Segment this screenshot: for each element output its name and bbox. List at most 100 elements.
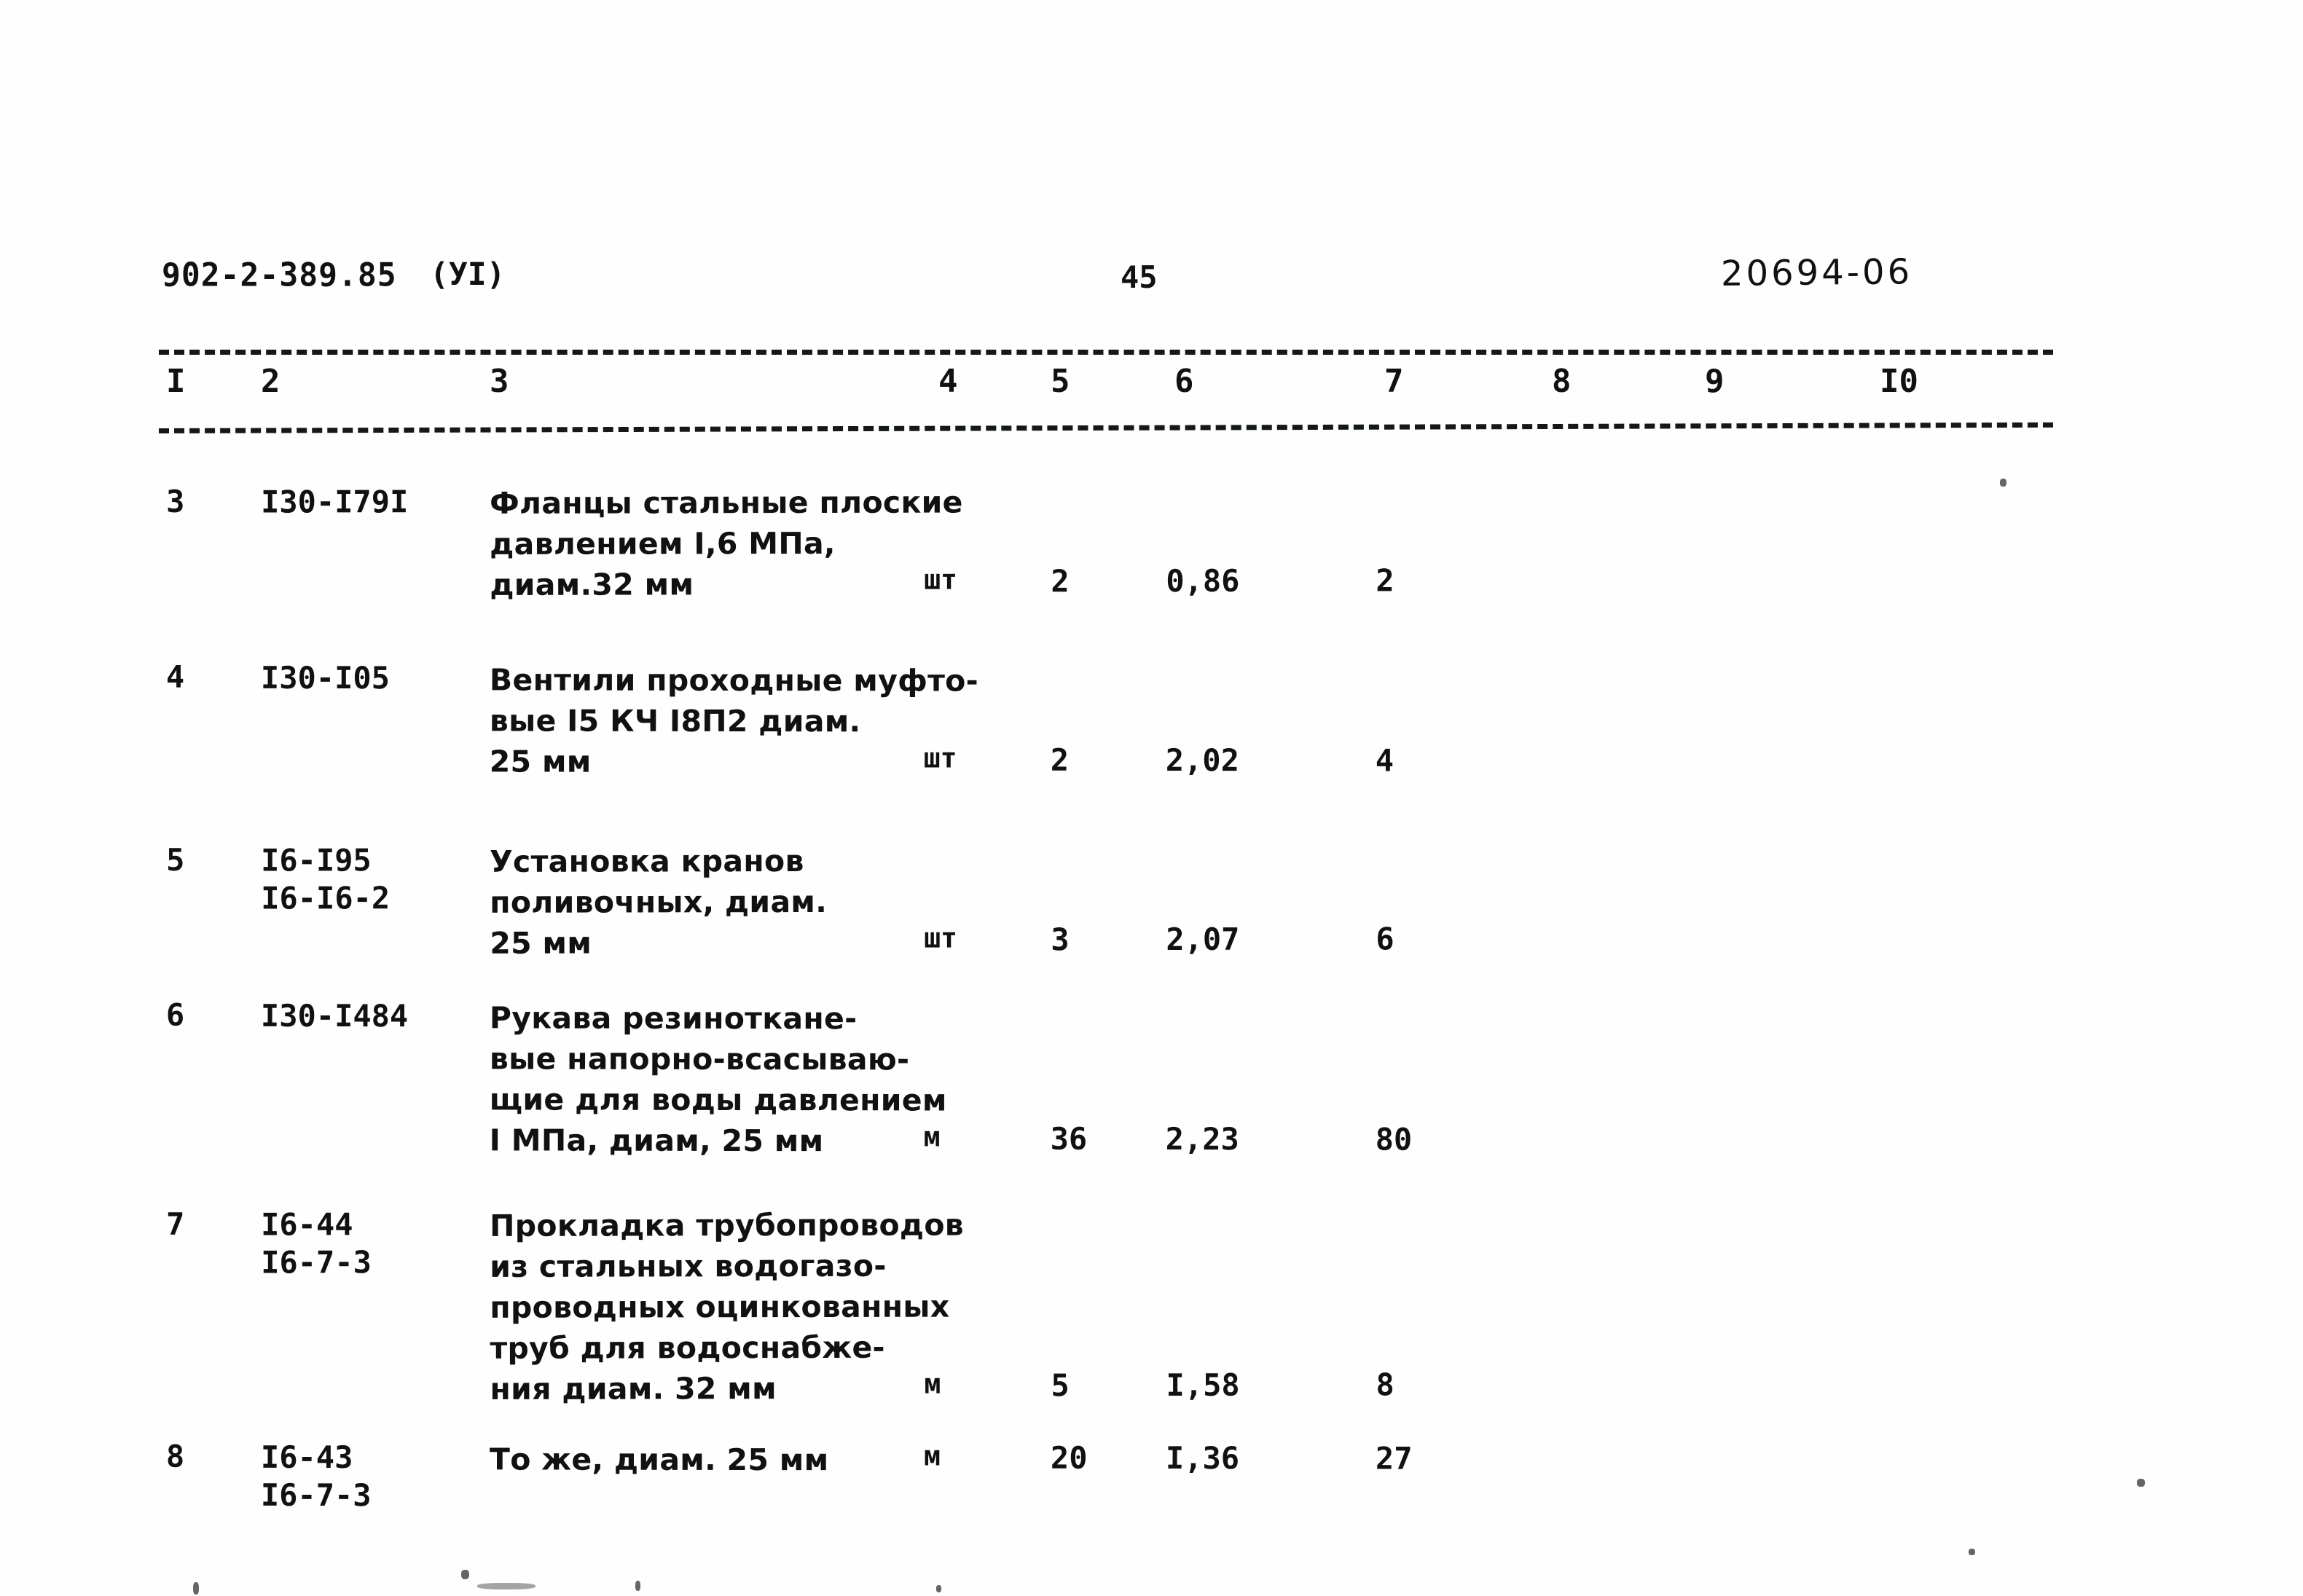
row-description: Установка кранов поливочных, диам. 25 мм — [490, 841, 827, 964]
row-total: 4 — [1375, 742, 1394, 779]
table-rule-bottom — [158, 422, 2053, 433]
row-total: 6 — [1376, 921, 1394, 957]
norm-code-line: I30-I05 — [260, 659, 391, 696]
norm-code-line: I30-I79I — [261, 484, 409, 520]
column-number-6: 6 — [1174, 363, 1194, 400]
column-number-10: I0 — [1880, 363, 1918, 400]
column-number-2: 2 — [261, 363, 280, 400]
description-line: I МПа, диам, 25 мм — [489, 1123, 824, 1159]
description-line: Прокладка трубопроводов — [490, 1207, 965, 1243]
document-volume: (УI) — [430, 256, 506, 293]
row-position-number: 3 — [166, 483, 185, 519]
scan-speck — [936, 1585, 941, 1592]
document-code: 902-2-389.85 — [162, 256, 397, 294]
column-number-row: I 2 3 4 5 6 7 8 9 I0 — [0, 363, 2303, 421]
row-quantity: 2 — [1050, 742, 1070, 778]
norm-code-line: I30-I484 — [260, 997, 409, 1034]
row-total: 80 — [1375, 1121, 1413, 1157]
row-total: 27 — [1375, 1440, 1413, 1477]
row-total: 2 — [1376, 562, 1394, 599]
row-unit: шт — [924, 921, 958, 954]
archive-stamp: 20694-06 — [1720, 251, 1913, 294]
row-description: Рукава резиноткане-вые напорно-всасываю-… — [490, 997, 947, 1161]
description-line: Фланцы стальные плоские — [490, 484, 963, 521]
description-line: 25 мм — [489, 744, 592, 779]
description-line: Установка кранов — [490, 843, 804, 879]
description-line: 25 мм — [490, 925, 592, 961]
description-line: труб для водоснабже- — [490, 1329, 885, 1366]
norm-code-line: I6-I95 — [261, 842, 372, 878]
description-line: Рукава резиноткане- — [489, 1000, 858, 1037]
description-line: щие для воды давлением — [489, 1082, 947, 1118]
table-row: 7 I6-44 I6-7-3 Прокладка трубопроводов из ст… — [0, 1202, 2303, 1407]
description-line: диам.32 мм — [490, 567, 694, 602]
column-number-7: 7 — [1384, 363, 1404, 400]
scan-speck — [1969, 1549, 1975, 1555]
table-row: 3 I30-I79I Фланцы стальные плоские давление… — [0, 479, 2303, 602]
description-line: вые I5 КЧ I8П2 диам. — [489, 703, 861, 739]
row-position-number: 6 — [165, 996, 185, 1033]
description-line: поливочных, диам. — [490, 884, 828, 920]
row-norm-code: I6-43 I6-7-3 — [261, 1439, 372, 1514]
scan-speck — [635, 1581, 640, 1591]
row-unit: м — [923, 1120, 941, 1153]
row-description: Фланцы стальные плоские давлением I,6 МПа… — [490, 482, 963, 605]
row-quantity: 2 — [1051, 563, 1070, 600]
row-description: Вентили проходные муфто-вые I5 КЧ I8П2 д… — [490, 659, 978, 782]
description-line: Вентили проходные муфто- — [489, 662, 979, 699]
row-norm-code: I6-44 I6-7-3 — [261, 1206, 372, 1281]
table-row: 6 I30-I484 Рукава резиноткане-вые напорно-… — [0, 996, 2303, 1159]
scan-speck — [477, 1583, 535, 1589]
row-unit-price: 2,07 — [1166, 921, 1240, 957]
row-unit-price: I,36 — [1165, 1440, 1240, 1477]
column-number-5: 5 — [1051, 363, 1070, 400]
row-total: 8 — [1376, 1367, 1394, 1403]
norm-code-line: I6-43 — [260, 1439, 353, 1476]
row-unit-price: 2,02 — [1165, 742, 1239, 779]
norm-code-line: I6-44 — [261, 1206, 353, 1243]
row-position-number: 7 — [166, 1206, 185, 1242]
column-number-4: 4 — [938, 363, 958, 400]
column-number-1: I — [166, 363, 186, 400]
row-description: Прокладка трубопроводов из стальных водог… — [490, 1205, 965, 1410]
norm-code-line: I6-7-3 — [261, 1244, 372, 1281]
row-description: То же, диам. 25 мм — [490, 1439, 829, 1480]
row-quantity: 36 — [1050, 1120, 1088, 1157]
sheet-header: 902-2-389.85 (УI) 45 20694-06 — [0, 251, 2303, 307]
row-unit-price: 2,23 — [1165, 1121, 1239, 1157]
column-number-8: 8 — [1552, 363, 1572, 400]
description-line: давлением I,6 МПа, — [490, 525, 836, 562]
row-position-number: 8 — [165, 1438, 185, 1474]
row-quantity: 3 — [1051, 921, 1070, 958]
column-number-9: 9 — [1705, 363, 1725, 400]
row-unit: м — [924, 1367, 941, 1400]
scanned-page: 902-2-389.85 (УI) 45 20694-06 I23456789I… — [0, 0, 2303, 1596]
norm-code-line: I6-7-3 — [260, 1477, 372, 1514]
row-norm-code: I30-I79I — [261, 483, 408, 521]
page-number: 45 — [1121, 259, 1158, 295]
row-unit-price: I,58 — [1166, 1367, 1240, 1403]
row-unit-price: 0,86 — [1166, 562, 1240, 599]
description-line: из стальных водогазо- — [490, 1248, 887, 1284]
scan-speck — [193, 1582, 199, 1595]
table-row: 8 I6-43 I6-7-3 То же, диам. 25 мм м 20 I,36 27 — [0, 1438, 2303, 1513]
row-norm-code: I6-I95 I6-I6-2 — [261, 841, 390, 917]
row-unit: м — [923, 1439, 941, 1472]
row-unit: шт — [923, 742, 957, 774]
row-position-number: 5 — [166, 841, 185, 878]
row-norm-code: I30-I05 — [261, 659, 390, 697]
description-line: вые напорно-всасываю- — [489, 1041, 910, 1077]
column-number-3: 3 — [490, 363, 509, 400]
scan-speck — [2000, 479, 2006, 487]
table-rule-top — [159, 350, 2053, 355]
row-norm-code: I30-I484 — [261, 997, 408, 1035]
row-quantity: 20 — [1050, 1439, 1088, 1476]
table-row: 4 I30-I05 Вентили проходные муфто-вые I5 К… — [0, 659, 2303, 779]
scan-speck — [461, 1570, 469, 1579]
row-unit: шт — [924, 563, 958, 596]
row-quantity: 5 — [1051, 1367, 1070, 1404]
norm-code-line: I6-I6-2 — [261, 880, 391, 916]
description-line: проводных оцинкованных — [490, 1289, 950, 1325]
description-line: ния диам. 32 мм — [490, 1371, 777, 1407]
table-row: 5 I6-I95 I6-I6-2 Установка кранов поливочных… — [0, 838, 2303, 961]
